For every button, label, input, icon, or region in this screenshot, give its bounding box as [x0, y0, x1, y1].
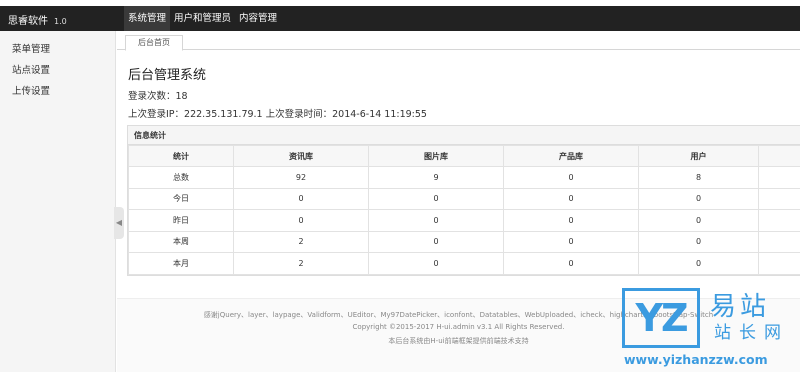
sidebar-item-menu-management[interactable]: 菜单管理 [12, 41, 50, 55]
stats-table: 统计 资讯库 图片库 产品库 用户 总数 92 9 0 8 今日 0 0 0 0… [128, 145, 800, 275]
table-cell: 总数 [128, 166, 234, 189]
watermark-url: www.yizhanzzw.com [624, 352, 768, 367]
table-cell: 0 [368, 187, 504, 210]
table-cell: 2 [233, 252, 369, 275]
column-header: 资讯库 [233, 145, 369, 167]
column-header: 图片库 [368, 145, 504, 167]
table-cell: 2 [233, 230, 369, 253]
app-version: 1.0 [54, 17, 67, 26]
page-title: 后台管理系统 [128, 68, 207, 83]
sidebar-item-site-settings[interactable]: 站点设置 [12, 62, 50, 76]
table-cell: 0 [233, 209, 369, 232]
table-row: 今日 0 0 0 0 [128, 187, 800, 210]
table-cell: 0 [368, 252, 504, 275]
column-header: 产品库 [503, 145, 639, 167]
table-cell: 昨日 [128, 209, 234, 232]
main-nav: 系统管理 用户和管理员 内容管理 [124, 6, 281, 31]
table-cell: 0 [638, 252, 759, 275]
nav-users-and-admins[interactable]: 用户和管理员 [170, 6, 235, 31]
login-count: 登录次数：18 [128, 91, 188, 102]
brand-name: 思睿软件 [8, 16, 48, 27]
table-cell-empty [758, 187, 800, 210]
stats-panel: 信息统计 统计 资讯库 图片库 产品库 用户 总数 92 9 0 8 今日 0 … [127, 125, 800, 276]
table-row: 昨日 0 0 0 0 [128, 209, 800, 232]
table-cell: 9 [368, 166, 504, 189]
table-cell: 0 [503, 187, 639, 210]
column-header: 用户 [638, 145, 759, 167]
table-cell: 0 [233, 187, 369, 210]
last-login-info: 上次登录IP：222.35.131.79.1 上次登录时间：2014-6-14 … [128, 109, 427, 120]
table-cell: 92 [233, 166, 369, 189]
table-header-row: 统计 资讯库 图片库 产品库 用户 [128, 145, 800, 167]
sidebar: 菜单管理 站点设置 上传设置 [0, 31, 116, 372]
table-cell: 本月 [128, 252, 234, 275]
table-cell-empty [758, 166, 800, 189]
table-cell: 0 [503, 252, 639, 275]
column-header: 统计 [128, 145, 234, 167]
sidebar-item-upload-settings[interactable]: 上传设置 [12, 83, 50, 97]
table-cell: 8 [638, 166, 759, 189]
tab-strip: 后台首页 [117, 31, 800, 51]
table-cell: 0 [368, 230, 504, 253]
table-cell: 0 [638, 230, 759, 253]
table-cell: 0 [503, 166, 639, 189]
table-cell: 本周 [128, 230, 234, 253]
table-cell: 今日 [128, 187, 234, 210]
table-row: 本周 2 0 0 0 [128, 230, 800, 253]
table-cell: 0 [368, 209, 504, 232]
nav-content-management[interactable]: 内容管理 [235, 6, 281, 31]
stats-heading: 信息统计 [128, 126, 800, 145]
table-cell-empty [758, 252, 800, 275]
watermark: YZ 易站 站长网 www.yizhanzzw.com [622, 286, 800, 372]
tab-dashboard[interactable]: 后台首页 [125, 35, 183, 51]
column-header-empty [758, 145, 800, 167]
table-row: 本月 2 0 0 0 [128, 252, 800, 275]
table-cell: 0 [638, 209, 759, 232]
table-cell: 0 [503, 209, 639, 232]
table-cell: 0 [503, 230, 639, 253]
table-cell-empty [758, 230, 800, 253]
app-brand[interactable]: 思睿软件 1.0 [8, 12, 67, 27]
table-cell: 0 [638, 187, 759, 210]
top-navbar: 思睿软件 1.0 系统管理 用户和管理员 内容管理 [0, 6, 800, 31]
nav-system-management[interactable]: 系统管理 [124, 6, 171, 31]
watermark-subtitle: 站长网 [714, 323, 789, 343]
table-row: 总数 92 9 0 8 [128, 166, 800, 189]
table-cell-empty [758, 209, 800, 232]
watermark-logo: YZ [622, 288, 700, 348]
